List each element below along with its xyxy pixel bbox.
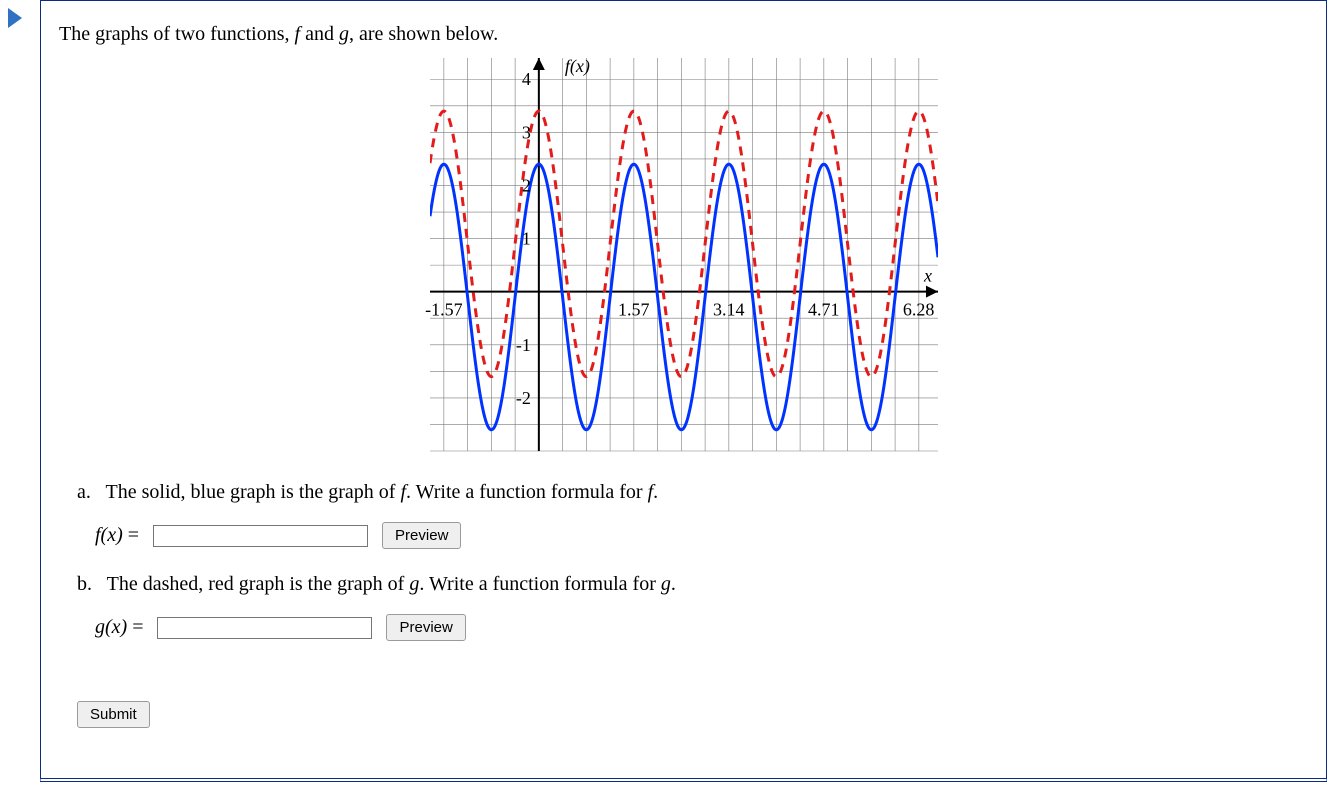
svg-text:f(x): f(x) (564, 56, 589, 77)
answer-row-b: g(x) = Preview (95, 614, 1308, 641)
lhs-b: g(x) = (95, 616, 143, 639)
svg-text:-1: -1 (515, 335, 530, 355)
preview-button-b[interactable]: Preview (386, 614, 465, 641)
chart-container: 4 3 2 1 -1 -2 -1.57 1.57 3.14 4.71 6.28 f(x) x (59, 52, 1308, 463)
lhs-b-math: g(x) (95, 616, 127, 638)
svg-text:1.57: 1.57 (618, 300, 650, 320)
qa-p1: The solid, blue graph is the graph of (106, 481, 401, 503)
qb-p2: . Write a function formula for (419, 573, 661, 595)
answer-row-a: f(x) = Preview (95, 522, 1308, 549)
svg-text:-2: -2 (515, 388, 530, 408)
qa-p3: . (653, 481, 658, 503)
svg-text:x: x (923, 266, 932, 286)
bullet-a: a. (77, 481, 91, 503)
answer-input-f[interactable] (153, 525, 368, 547)
question-a: a. The solid, blue graph is the graph of… (77, 481, 1308, 549)
svg-text:3: 3 (521, 122, 530, 142)
qb-p3: . (671, 573, 676, 595)
lhs-a-math: f(x) (95, 524, 123, 546)
intro-g: g (339, 23, 349, 45)
answer-input-g[interactable] (157, 617, 372, 639)
bullet-b: b. (77, 573, 92, 595)
lhs-a-eq: = (123, 524, 139, 546)
svg-text:2: 2 (521, 175, 530, 195)
question-frame: The graphs of two functions, f and g, ar… (40, 0, 1327, 782)
qb-g1: g (409, 573, 419, 595)
preview-button-a[interactable]: Preview (382, 522, 461, 549)
svg-text:6.28: 6.28 (902, 300, 934, 320)
submit-button[interactable]: Submit (77, 701, 150, 728)
question-b-text: b. The dashed, red graph is the graph of… (77, 573, 1308, 596)
svg-text:1: 1 (521, 229, 530, 249)
svg-text:-1.57: -1.57 (425, 300, 463, 320)
intro-part1: The graphs of two functions, (59, 23, 295, 45)
intro-and: and (300, 23, 339, 45)
question-b: b. The dashed, red graph is the graph of… (77, 573, 1308, 641)
intro-text: The graphs of two functions, f and g, ar… (59, 23, 1308, 46)
expand-marker-icon[interactable] (8, 8, 22, 28)
questions-list: a. The solid, blue graph is the graph of… (77, 481, 1308, 728)
lhs-a: f(x) = (95, 524, 139, 547)
qb-p1: The dashed, red graph is the graph of (107, 573, 410, 595)
qb-g2: g (661, 573, 671, 595)
intro-part2: , are shown below. (349, 23, 498, 45)
question-a-text: a. The solid, blue graph is the graph of… (77, 481, 1308, 504)
svg-text:4.71: 4.71 (807, 300, 839, 320)
function-chart: 4 3 2 1 -1 -2 -1.57 1.57 3.14 4.71 6.28 f(x) x (424, 52, 944, 457)
page-root: The graphs of two functions, f and g, ar… (0, 0, 1339, 792)
svg-text:3.14: 3.14 (713, 300, 745, 320)
qa-p2: . Write a function formula for (406, 481, 648, 503)
svg-text:4: 4 (521, 69, 530, 89)
lhs-b-eq: = (127, 616, 143, 638)
